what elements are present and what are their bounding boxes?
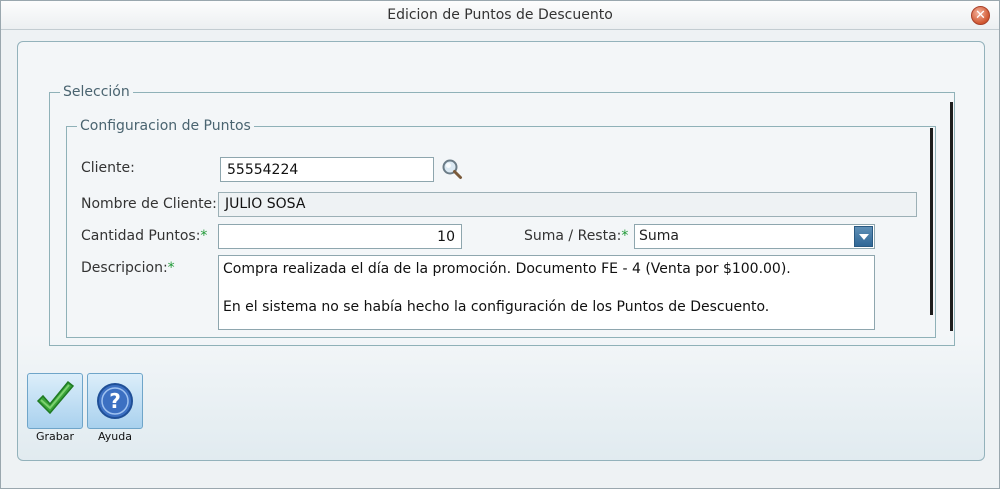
descripcion-line-1: Compra realizada el día de la promoción.… [223, 261, 791, 277]
cantidad-label: Cantidad Puntos:* [81, 228, 208, 244]
scroll-rail-outer [950, 102, 953, 331]
grabar-button[interactable] [27, 373, 83, 429]
nombre-label: Nombre de Cliente: [81, 196, 217, 212]
suma-resta-label: Suma / Resta:* [524, 228, 629, 244]
dialog-window: Edicion de Puntos de Descuento ✕ Selecci… [0, 0, 1000, 489]
descripcion-line-2: En el sistema no se había hecho la confi… [223, 299, 770, 315]
suma-resta-select[interactable]: Suma [634, 224, 875, 249]
suma-resta-value: Suma [639, 228, 679, 244]
config-group: Configuracion de Puntos Cliente: Nombre … [66, 118, 936, 338]
descripcion-textarea[interactable]: Compra realizada el día de la promoción.… [218, 255, 875, 330]
scroll-rail-inner [930, 128, 933, 315]
checkmark-icon [36, 380, 75, 415]
required-mark: * [200, 228, 208, 244]
help-icon: ? [97, 383, 133, 419]
window-title: Edicion de Puntos de Descuento [387, 7, 613, 23]
grabar-label: Grabar [35, 430, 75, 443]
magnifier-icon[interactable] [441, 158, 463, 180]
selection-group: Selección Configuracion de Puntos Client… [49, 84, 955, 346]
ayuda-label: Ayuda [98, 430, 132, 443]
chevron-down-icon[interactable] [854, 226, 873, 247]
cliente-label: Cliente: [81, 160, 135, 176]
selection-legend: Selección [60, 84, 133, 100]
ayuda-button[interactable]: ? [87, 373, 143, 429]
close-icon[interactable]: ✕ [971, 6, 990, 25]
title-bar: Edicion de Puntos de Descuento ✕ [1, 1, 999, 30]
cliente-input[interactable] [220, 157, 434, 182]
nombre-field: JULIO SOSA [218, 192, 917, 217]
svg-text:?: ? [109, 389, 121, 413]
main-panel: Selección Configuracion de Puntos Client… [17, 41, 985, 461]
cantidad-input[interactable] [218, 224, 462, 249]
required-mark: * [621, 228, 629, 244]
descripcion-label: Descripcion:* [81, 260, 175, 276]
config-legend: Configuracion de Puntos [77, 118, 254, 134]
required-mark: * [167, 260, 175, 276]
